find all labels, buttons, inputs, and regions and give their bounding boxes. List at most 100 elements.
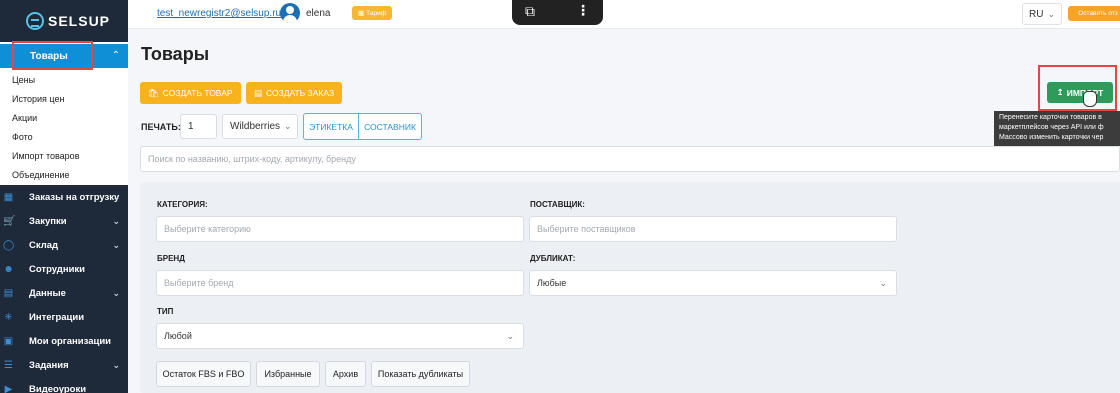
- user-email-link[interactable]: test_newregistr2@selsup.ru: [157, 8, 281, 19]
- type-value: Любой: [164, 331, 192, 341]
- highlight-box: [12, 41, 93, 70]
- chevron-down-icon: ⌄: [112, 215, 120, 226]
- org-icon: ▣: [3, 335, 14, 347]
- supplier-field[interactable]: Выберите поставщиков: [529, 216, 897, 242]
- avatar[interactable]: [280, 3, 300, 23]
- user-icon: ☻: [3, 263, 14, 275]
- import-button[interactable]: ↥ ИМПОРТ: [1047, 82, 1113, 103]
- feedback-button[interactable]: Оставить отз: [1068, 6, 1120, 21]
- print-label: ПЕЧАТЬ:: [141, 122, 181, 132]
- sidebar-item-integrations[interactable]: ✳ Интеграции: [0, 305, 128, 329]
- category-label: КАТЕГОРИЯ:: [157, 200, 208, 209]
- page-title: Товары: [141, 44, 210, 64]
- share-icon[interactable]: ⧉: [525, 3, 535, 20]
- marketplace-value: Wildberries: [230, 121, 281, 132]
- sidebar-item-purchases[interactable]: 🛒 Закупки ⌄: [0, 209, 128, 233]
- submenu-item-price-history[interactable]: История цен: [0, 89, 128, 108]
- top-bar: test_newregistr2@selsup.ru elena ▩ Тариф…: [128, 0, 1120, 29]
- chevron-down-icon: ⌄: [112, 239, 120, 250]
- supplier-label: ПОСТАВЩИК:: [530, 200, 585, 209]
- language-value: RU: [1029, 8, 1044, 20]
- filter-chip-duplicates[interactable]: Показать дубликаты: [371, 361, 470, 387]
- sidebar-item-data[interactable]: ▤ Данные ⌄: [0, 281, 128, 305]
- sidebar-item-tasks[interactable]: ☰ Задания ⌄: [0, 353, 128, 377]
- document-icon: ▤: [254, 87, 263, 98]
- print-count-input[interactable]: 1: [180, 114, 217, 139]
- tooltip-line: Перенесите карточки товаров в: [999, 114, 1102, 121]
- upload-icon: ↥: [1056, 87, 1064, 97]
- sidebar-item-label: Сотрудники: [29, 263, 86, 275]
- chevron-up-icon: ⌃: [111, 50, 120, 61]
- username: elena: [306, 8, 331, 19]
- filter-chip-stock[interactable]: Остаток FBS и FBO: [156, 361, 251, 387]
- sidebar: SELSUP Товары ⌃ Цены История цен Акции Ф…: [0, 0, 128, 393]
- brand-field[interactable]: Выберите бренд: [156, 270, 524, 296]
- filter-chip-favorites[interactable]: Избранные: [256, 361, 320, 387]
- create-order-button[interactable]: ▤ СОЗДАТЬ ЗАКАЗ: [246, 82, 343, 104]
- video-overlay-controls: ⧉ ⋮: [512, 0, 603, 25]
- filter-chip-archive[interactable]: Архив: [325, 361, 366, 387]
- submenu-item-import[interactable]: Импорт товаров: [0, 146, 128, 165]
- chevron-down-icon: ⌄: [1047, 8, 1055, 19]
- composite-button[interactable]: СОСТАВНИК: [358, 113, 422, 140]
- bag-icon: 🛍: [148, 87, 159, 98]
- chevron-down-icon: ⌄: [112, 287, 120, 298]
- duplicate-value: Любые: [537, 278, 567, 288]
- data-icon: ▤: [3, 287, 14, 299]
- type-label: ТИП: [157, 307, 174, 316]
- more-options-icon[interactable]: ⋮: [576, 2, 590, 19]
- import-tooltip: Перенесите карточки товаров в маркетплей…: [994, 111, 1120, 146]
- create-product-button[interactable]: 🛍 СОЗДАТЬ ТОВАР: [140, 82, 241, 104]
- category-field[interactable]: Выберите категорию: [156, 216, 524, 242]
- selsup-logo-icon: [26, 12, 44, 30]
- type-select[interactable]: Любой ⌄: [156, 323, 524, 349]
- logo[interactable]: SELSUP: [0, 0, 128, 42]
- sidebar-item-label: Закупки: [29, 215, 67, 227]
- sidebar-item-label: Заказы на отгрузку: [29, 191, 120, 203]
- sidebar-item-tutorials[interactable]: ▶ Видеоуроки: [0, 377, 128, 393]
- chevron-down-icon: ⌄: [112, 359, 120, 370]
- sidebar-item-label: Задания: [29, 359, 69, 371]
- tooltip-line: Массово изменить карточки чер: [999, 134, 1104, 141]
- brand-label: БРЕНД: [157, 254, 185, 263]
- tariff-label: Тариф: [366, 9, 387, 17]
- sidebar-item-label: Видеоуроки: [29, 383, 87, 393]
- search-input[interactable]: Поиск по названию, штрих-коду, артикулу,…: [140, 146, 1120, 172]
- sidebar-item-warehouse[interactable]: ◯ Склад ⌄: [0, 233, 128, 257]
- products-submenu: Цены История цен Акции Фото Импорт товар…: [0, 70, 128, 184]
- duplicate-label: ДУБЛИКАТ:: [530, 254, 576, 263]
- button-label: СОЗДАТЬ ТОВАР: [162, 88, 233, 98]
- cart-icon: 🛒: [3, 215, 16, 227]
- chevron-down-icon: ⌄: [112, 191, 120, 202]
- video-icon: ▶: [4, 383, 13, 393]
- submenu-item-prices[interactable]: Цены: [0, 70, 128, 89]
- sidebar-item-orders[interactable]: ▦ Заказы на отгрузку ⌄: [0, 185, 128, 209]
- sidebar-item-label: Склад: [29, 239, 59, 251]
- tasks-icon: ☰: [4, 359, 13, 371]
- label-button[interactable]: ЭТИКЕТКА: [303, 113, 359, 140]
- sidebar-item-label: Данные: [29, 287, 66, 299]
- logo-text: SELSUP: [48, 13, 111, 29]
- hand-cursor-icon: [1083, 91, 1097, 107]
- warehouse-icon: ◯: [3, 239, 15, 251]
- chevron-down-icon: ⌄: [506, 331, 514, 341]
- sidebar-item-products[interactable]: Товары ⌃: [0, 41, 128, 70]
- button-label: СОЗДАТЬ ЗАКАЗ: [266, 88, 335, 98]
- tooltip-line: маркетплейсов через API или ф: [999, 124, 1104, 131]
- submenu-item-photo[interactable]: Фото: [0, 127, 128, 146]
- submenu-item-merge[interactable]: Объединение: [0, 165, 128, 184]
- card-icon: ▩: [358, 10, 365, 17]
- tariff-button[interactable]: ▩ Тариф: [352, 6, 393, 20]
- sidebar-item-organizations[interactable]: ▣ Мои организации: [0, 329, 128, 353]
- marketplace-select[interactable]: Wildberries ⌄: [222, 114, 298, 139]
- sidebar-item-employees[interactable]: ☻ Сотрудники: [0, 257, 128, 281]
- language-select[interactable]: RU ⌄: [1022, 3, 1062, 25]
- sidebar-item-label: Мои организации: [29, 335, 112, 347]
- sidebar-nav: ▦ Заказы на отгрузку ⌄ 🛒 Закупки ⌄ ◯ Скл…: [0, 185, 128, 393]
- sidebar-item-label: Интеграции: [29, 311, 85, 323]
- submenu-item-promotions[interactable]: Акции: [0, 108, 128, 127]
- integrations-icon: ✳: [4, 311, 13, 323]
- chevron-down-icon: ⌄: [879, 278, 887, 288]
- duplicate-select[interactable]: Любые ⌄: [529, 270, 897, 296]
- chevron-down-icon: ⌄: [284, 121, 292, 131]
